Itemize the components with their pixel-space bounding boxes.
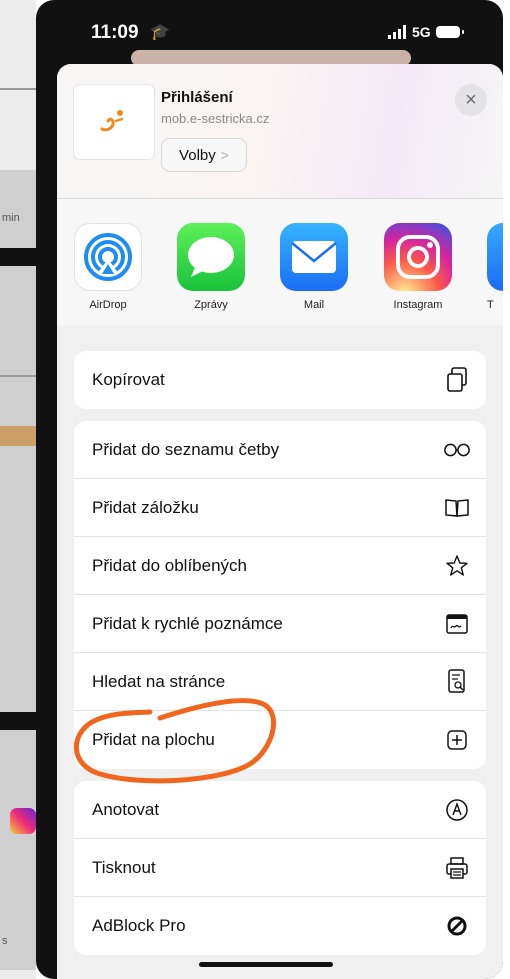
background-instagram-icon bbox=[10, 808, 36, 834]
site-thumbnail bbox=[74, 85, 154, 159]
action-label: Tisknout bbox=[92, 857, 156, 877]
app-icon bbox=[487, 223, 503, 291]
share-app-mail[interactable]: Mail bbox=[280, 223, 348, 311]
book-icon bbox=[443, 498, 471, 518]
background-status-strip bbox=[0, 248, 36, 266]
share-app-more[interactable]: T bbox=[487, 223, 503, 311]
action-print[interactable]: Tisknout bbox=[74, 839, 486, 897]
page-title: Přihlášení bbox=[161, 89, 233, 106]
action-find-on-page[interactable]: Hledat na stránce bbox=[74, 653, 486, 711]
add-square-icon bbox=[443, 729, 471, 751]
background-text: min bbox=[2, 212, 20, 224]
background-app bbox=[0, 170, 36, 970]
battery-icon bbox=[436, 26, 464, 38]
background-text: s bbox=[2, 935, 8, 947]
share-apps-row: AirDrop Zprávy Mail Instagram T bbox=[57, 199, 503, 325]
action-group-copy: Kopírovat bbox=[74, 351, 486, 409]
copy-icon bbox=[443, 367, 471, 393]
action-add-to-home-screen[interactable]: Přidat na plochu bbox=[74, 711, 486, 769]
action-group-other: Anotovat Tisknout AdBlock Pro bbox=[74, 781, 486, 955]
status-time: 11:09 bbox=[91, 22, 139, 43]
background-status-strip bbox=[0, 712, 36, 730]
share-app-label: Zprávy bbox=[194, 299, 228, 311]
messages-icon bbox=[177, 223, 245, 291]
share-app-messages[interactable]: Zprávy bbox=[177, 223, 245, 311]
action-label: AdBlock Pro bbox=[92, 916, 186, 935]
share-app-label: AirDrop bbox=[89, 299, 127, 311]
action-add-bookmark[interactable]: Přidat záložku bbox=[74, 479, 486, 537]
action-label: Anotovat bbox=[92, 799, 160, 819]
action-label: Přidat k rychlé poznámce bbox=[92, 613, 283, 633]
status-bar: 11:09 🎓 5G bbox=[36, 0, 503, 56]
action-add-favorites[interactable]: Přidat do oblíbených bbox=[74, 537, 486, 595]
quick-note-icon bbox=[443, 613, 471, 635]
signal-icon bbox=[388, 25, 406, 39]
graduation-cap-icon: 🎓 bbox=[150, 24, 170, 41]
share-header: Přihlášení mob.e-sestricka.cz Volby > × bbox=[57, 64, 503, 198]
action-label: Přidat do oblíbených bbox=[92, 555, 247, 575]
block-icon bbox=[443, 915, 471, 937]
chevron-right-icon: > bbox=[220, 147, 229, 163]
print-icon bbox=[443, 856, 471, 880]
action-label: Přidat záložku bbox=[92, 497, 199, 517]
share-app-label: Mail bbox=[303, 299, 325, 311]
action-label: Přidat na plochu bbox=[92, 730, 215, 749]
share-app-airdrop[interactable]: AirDrop bbox=[74, 223, 142, 311]
options-button[interactable]: Volby > bbox=[161, 138, 247, 172]
share-app-label: T bbox=[487, 299, 494, 311]
share-sheet: Přihlášení mob.e-sestricka.cz Volby > × bbox=[57, 64, 503, 979]
phone-screen: 11:09 🎓 5G Přihlášení mob.e-sestricka.cz… bbox=[36, 0, 503, 979]
find-on-page-icon bbox=[443, 668, 471, 695]
action-add-reading-list[interactable]: Přidat do seznamu četby bbox=[74, 421, 486, 479]
background-divider bbox=[0, 375, 36, 377]
share-app-instagram[interactable]: Instagram bbox=[384, 223, 452, 311]
action-add-quick-note[interactable]: Přidat k rychlé poznámce bbox=[74, 595, 486, 653]
action-label: Kopírovat bbox=[92, 370, 165, 389]
home-indicator[interactable] bbox=[199, 962, 333, 967]
action-copy[interactable]: Kopírovat bbox=[74, 351, 486, 409]
action-label: Přidat do seznamu četby bbox=[92, 439, 280, 459]
markup-icon bbox=[443, 798, 471, 822]
action-label: Hledat na stránce bbox=[92, 671, 226, 691]
background-orange-band bbox=[0, 426, 36, 446]
action-adblock-pro[interactable]: AdBlock Pro bbox=[74, 897, 486, 955]
glasses-icon bbox=[443, 442, 471, 458]
share-app-label: Instagram bbox=[393, 299, 443, 311]
site-logo-icon bbox=[100, 110, 124, 132]
action-markup[interactable]: Anotovat bbox=[74, 781, 486, 839]
star-icon bbox=[443, 554, 471, 578]
mail-icon bbox=[280, 223, 348, 291]
network-type: 5G bbox=[412, 24, 431, 40]
background-divider bbox=[0, 88, 36, 90]
close-button[interactable]: × bbox=[455, 84, 487, 116]
options-label: Volby bbox=[179, 146, 216, 164]
action-group-main: Přidat do seznamu četby Přidat záložku P… bbox=[74, 421, 486, 769]
airdrop-icon bbox=[74, 223, 142, 291]
background-app-edge: min s bbox=[0, 0, 36, 979]
instagram-icon bbox=[384, 223, 452, 291]
page-url: mob.e-sestricka.cz bbox=[161, 111, 270, 126]
